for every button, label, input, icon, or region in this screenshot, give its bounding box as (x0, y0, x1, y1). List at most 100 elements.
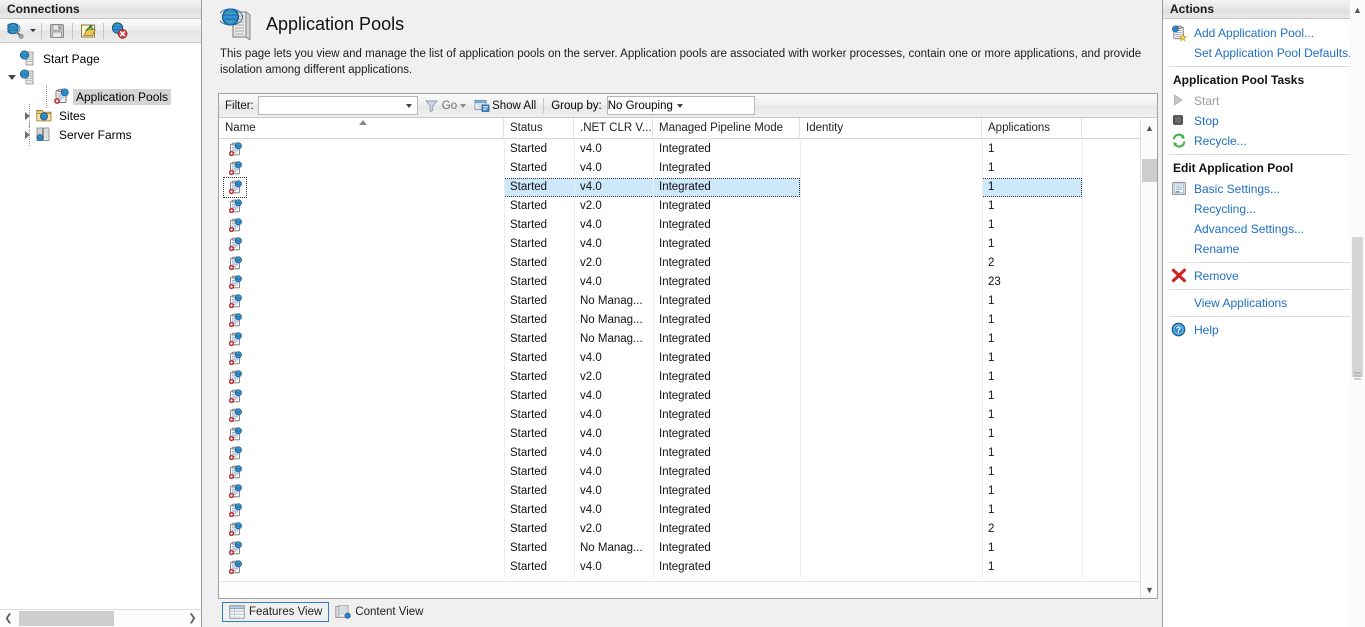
scroll-thumb[interactable] (1352, 237, 1363, 377)
column-header-clr-version[interactable]: .NET CLR V... (574, 118, 653, 138)
scroll-track[interactable] (17, 610, 184, 627)
cell-status: Started (510, 504, 548, 516)
actions-group-header: Edit Application Pool (1173, 161, 1294, 175)
table-row[interactable]: Started v4.0 Integrated 1 (219, 406, 1140, 425)
table-row[interactable]: Started v4.0 Integrated 23 (219, 273, 1140, 292)
toolbar-separator-1 (41, 22, 42, 39)
column-header-status[interactable]: Status (504, 118, 574, 138)
table-row[interactable]: Started No Manag... Integrated 1 (219, 311, 1140, 330)
table-row[interactable]: Started v4.0 Integrated 1 (219, 387, 1140, 406)
table-row[interactable]: Started v4.0 Integrated 1 (219, 501, 1140, 520)
action-label: Start (1194, 94, 1220, 108)
action-help[interactable]: ? Help (1163, 320, 1365, 340)
scroll-thumb[interactable] (19, 611, 114, 626)
cell-pipeline-mode: Integrated (659, 162, 711, 174)
table-row[interactable]: Started v4.0 Integrated 1 (219, 235, 1140, 254)
table-row[interactable]: Started No Manag... Integrated 1 (219, 539, 1140, 558)
column-header-pipeline-mode[interactable]: Managed Pipeline Mode (653, 118, 800, 138)
cell-applications: 1 (988, 200, 995, 212)
connect-to-button[interactable] (4, 20, 26, 41)
table-row[interactable]: Started v4.0 Integrated 1 (219, 425, 1140, 444)
action-add-application-pool[interactable]: Add Application Pool... (1163, 23, 1365, 43)
tree-expander-server[interactable] (4, 68, 19, 87)
action-recycling[interactable]: Recycling... (1163, 199, 1365, 219)
cell-applications: 1 (988, 466, 995, 478)
table-row[interactable]: Started v2.0 Integrated 1 (219, 368, 1140, 387)
table-row[interactable]: Started v4.0 Integrated 1 (219, 216, 1140, 235)
table-row[interactable]: Started v4.0 Integrated 1 (219, 463, 1140, 482)
table-row[interactable]: Started v4.0 Integrated 1 (219, 444, 1140, 463)
table-row[interactable]: Started No Manag... Integrated 1 (219, 330, 1140, 349)
action-recycle[interactable]: Recycle... (1163, 131, 1365, 151)
group-by-select[interactable]: No Grouping (606, 96, 755, 115)
scroll-down-arrow[interactable]: ▼ (1141, 581, 1158, 598)
table-row[interactable]: Started v4.0 Integrated 1 (219, 140, 1140, 159)
cell-identity (800, 558, 982, 577)
cell-identity (800, 216, 982, 235)
scroll-right-arrow[interactable]: ❯ (184, 610, 201, 627)
cell-status: Started (510, 295, 548, 307)
filter-input[interactable] (257, 96, 418, 115)
column-header-identity[interactable]: Identity (800, 118, 982, 138)
action-view-applications[interactable]: View Applications (1163, 293, 1365, 313)
go-dropdown-arrow[interactable] (457, 98, 468, 114)
filter-toolbar: Filter: Go Show All Group by: No Groupin… (219, 94, 1157, 118)
action-set-application-pool-defaults[interactable]: Set Application Pool Defaults... (1163, 43, 1365, 63)
cell-clr-version: No Manag... (580, 295, 643, 307)
cell-clr-version: No Manag... (580, 542, 643, 554)
application-pools-list[interactable]: Started v4.0 Integrated 1 Started v4.0 Integra… (219, 140, 1140, 577)
cell-pipeline-mode: Integrated (659, 352, 711, 364)
table-row[interactable]: Started v4.0 Integrated 1 (219, 482, 1140, 501)
tree-expander-server-farms[interactable] (20, 125, 35, 144)
go-button[interactable]: Go (424, 98, 457, 114)
table-row[interactable]: Started v4.0 Integrated 1 (219, 349, 1140, 368)
scroll-up-arrow[interactable]: ▲ (1350, 2, 1365, 17)
action-basic-settings[interactable]: Basic Settings... (1163, 179, 1365, 199)
connections-horizontal-scrollbar[interactable]: ❮ ❯ (0, 609, 201, 627)
scroll-up-arrow[interactable]: ▲ (1141, 119, 1158, 136)
tree-item-application-pools[interactable]: Application Pools (37, 85, 201, 108)
tree-item-server-farms[interactable]: Server Farms (20, 123, 201, 146)
column-header-name[interactable]: Name (219, 118, 504, 138)
connections-toolbar (0, 19, 201, 43)
tree-item-start-page[interactable]: Start Page (4, 49, 201, 68)
table-row[interactable]: Started v2.0 Integrated 2 (219, 520, 1140, 539)
cell-pipeline-mode: Integrated (659, 504, 711, 516)
action-stop[interactable]: Stop (1163, 111, 1365, 131)
cell-clr-version: v4.0 (580, 143, 602, 155)
action-advanced-settings[interactable]: Advanced Settings... (1163, 219, 1365, 239)
tab-features-view[interactable]: Features View (222, 602, 330, 622)
cell-status: Started (510, 143, 548, 155)
save-connections-button[interactable] (46, 20, 68, 41)
table-row[interactable]: Started v2.0 Integrated 1 (219, 197, 1140, 216)
table-row[interactable]: Started v4.0 Integrated 1 (219, 159, 1140, 178)
open-connection-button[interactable] (77, 20, 99, 41)
scroll-left-arrow[interactable]: ❮ (0, 610, 17, 627)
cell-clr-version: v2.0 (580, 523, 602, 535)
chevron-down-icon[interactable] (402, 97, 417, 114)
connect-to-dropdown-arrow[interactable] (28, 21, 37, 41)
table-row[interactable]: Started No Manag... Integrated 1 (219, 292, 1140, 311)
table-row[interactable]: Started v4.0 Integrated 1 (219, 177, 1140, 198)
chevron-down-icon[interactable] (673, 97, 688, 114)
cell-clr-version: v4.0 (580, 181, 602, 193)
scroll-thumb[interactable] (1142, 159, 1157, 182)
tab-content-view[interactable]: Content View (329, 602, 429, 622)
show-all-button[interactable]: Show All (474, 98, 536, 114)
tree-item-sites[interactable]: Sites (20, 104, 201, 127)
disconnect-button[interactable] (108, 20, 130, 41)
table-row[interactable]: Started v4.0 Integrated 1 (219, 558, 1140, 577)
cell-name (219, 425, 504, 444)
grid-vertical-scrollbar[interactable]: ▲ ▼ (1140, 119, 1157, 598)
table-row[interactable]: Started v2.0 Integrated 2 (219, 254, 1140, 273)
action-rename[interactable]: Rename (1163, 239, 1365, 259)
tree-item-server[interactable] (4, 68, 201, 87)
cell-status: Started (510, 523, 548, 535)
cell-name (219, 273, 504, 292)
action-remove[interactable]: Remove (1163, 266, 1365, 286)
iis-manager-window: Connections Start Page Application Pools… (0, 0, 1365, 627)
tree-expander-sites[interactable] (20, 106, 35, 125)
column-header-applications[interactable]: Applications (982, 118, 1082, 138)
actions-vertical-scrollbar[interactable]: ▲ (1350, 0, 1365, 627)
show-all-label: Show All (492, 99, 537, 112)
